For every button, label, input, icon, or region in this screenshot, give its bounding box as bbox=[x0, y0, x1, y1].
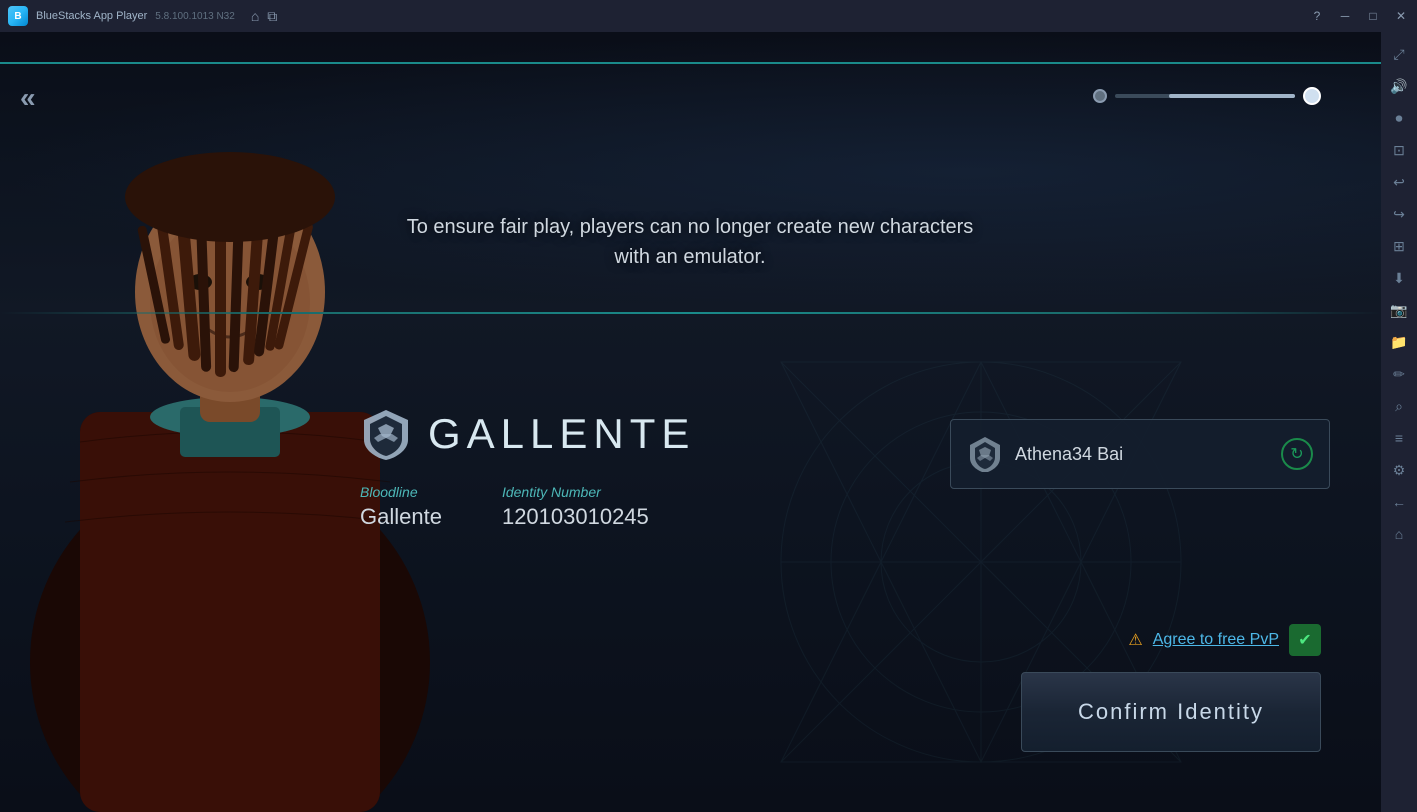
sidebar-icon-folder[interactable]: 📁 bbox=[1385, 328, 1413, 356]
multiinstance-icon[interactable]: ⧉ bbox=[267, 8, 277, 25]
bluestacks-logo: B bbox=[8, 6, 28, 26]
identity-group: Identity Number 120103010245 bbox=[502, 484, 649, 530]
slider-thumb-right[interactable] bbox=[1303, 87, 1321, 105]
app-version: 5.8.100.1013 N32 bbox=[155, 11, 235, 22]
back-button[interactable]: « bbox=[20, 82, 36, 114]
bottom-controls: ⚠ Agree to free PvP ✔ Confirm Identity bbox=[1021, 624, 1321, 752]
sidebar-icon-record[interactable]: ⏺ bbox=[1385, 104, 1413, 132]
slider-thumb-left[interactable] bbox=[1093, 89, 1107, 103]
game-area: « To ensure fair play, players can no lo… bbox=[0, 32, 1381, 812]
titlebar-left: B BlueStacks App Player 5.8.100.1013 N32… bbox=[8, 6, 277, 26]
close-button[interactable]: ✕ bbox=[1393, 8, 1409, 24]
identity-label: Identity Number bbox=[502, 484, 649, 500]
app-title: BlueStacks App Player bbox=[36, 10, 147, 22]
home-icon[interactable]: ⌂ bbox=[251, 8, 259, 24]
character-name-field[interactable]: Athena34 Bai ↻ bbox=[950, 419, 1330, 489]
faction-header: GALLENTE bbox=[360, 408, 920, 460]
top-banner bbox=[0, 62, 1381, 64]
minimize-button[interactable]: ─ bbox=[1337, 8, 1353, 24]
sidebar-icon-home[interactable]: ⌂ bbox=[1385, 520, 1413, 548]
right-sidebar: ⤢ 🔊 ⏺ ⊡ ↩ ↪ ⊞ ⬇ 📷 📁 ✏ ⌕ ≡ ⚙ ← ⌂ bbox=[1381, 32, 1417, 812]
info-panel: GALLENTE Bloodline Gallente Identity Num… bbox=[330, 314, 1330, 624]
warning-text: To ensure fair play, players can no long… bbox=[330, 212, 1050, 272]
info-details: Bloodline Gallente Identity Number 12010… bbox=[360, 484, 920, 530]
sidebar-icon-screenshot[interactable]: ⊡ bbox=[1385, 136, 1413, 164]
sidebar-icon-expand[interactable]: ⤢ bbox=[1385, 40, 1413, 68]
titlebar-nav: ⌂ ⧉ bbox=[251, 8, 277, 25]
warning-box: To ensure fair play, players can no long… bbox=[330, 212, 1050, 272]
sidebar-icon-search[interactable]: ⌕ bbox=[1385, 392, 1413, 420]
confirm-identity-button[interactable]: Confirm Identity bbox=[1021, 672, 1321, 752]
pvp-row: ⚠ Agree to free PvP ✔ bbox=[1128, 624, 1321, 656]
sidebar-icon-back[interactable]: ← bbox=[1385, 488, 1413, 516]
warning-icon: ⚠ bbox=[1128, 630, 1142, 650]
sidebar-icon-redo[interactable]: ↪ bbox=[1385, 200, 1413, 228]
titlebar: B BlueStacks App Player 5.8.100.1013 N32… bbox=[0, 0, 1417, 32]
bloodline-value: Gallente bbox=[360, 504, 442, 530]
char-name-shield-icon bbox=[967, 436, 1003, 472]
help-button[interactable]: ? bbox=[1309, 8, 1325, 24]
slider-track[interactable] bbox=[1115, 94, 1295, 98]
sidebar-icon-apps[interactable]: ⊞ bbox=[1385, 232, 1413, 260]
identity-value: 120103010245 bbox=[502, 504, 649, 530]
bloodline-group: Bloodline Gallente bbox=[360, 484, 442, 530]
maximize-button[interactable]: □ bbox=[1365, 8, 1381, 24]
faction-section: GALLENTE Bloodline Gallente Identity Num… bbox=[330, 388, 950, 550]
faction-name: GALLENTE bbox=[428, 410, 695, 458]
faction-shield-icon bbox=[360, 408, 412, 460]
sidebar-icon-settings[interactable]: ⚙ bbox=[1385, 456, 1413, 484]
sidebar-icon-camera[interactable]: 📷 bbox=[1385, 296, 1413, 324]
sidebar-icon-undo[interactable]: ↩ bbox=[1385, 168, 1413, 196]
refresh-name-button[interactable]: ↻ bbox=[1281, 438, 1313, 470]
sidebar-icon-store[interactable]: ⬇ bbox=[1385, 264, 1413, 292]
sidebar-icon-edit[interactable]: ✏ bbox=[1385, 360, 1413, 388]
sidebar-icon-layers[interactable]: ≡ bbox=[1385, 424, 1413, 452]
slider-fill bbox=[1169, 94, 1295, 98]
pvp-link[interactable]: Agree to free PvP bbox=[1153, 631, 1279, 649]
confirm-button-label: Confirm Identity bbox=[1078, 699, 1264, 725]
bloodline-label: Bloodline bbox=[360, 484, 442, 500]
character-name-text: Athena34 Bai bbox=[1015, 444, 1269, 465]
sidebar-icon-volume[interactable]: 🔊 bbox=[1385, 72, 1413, 100]
top-slider[interactable] bbox=[1093, 87, 1321, 105]
pvp-check-button[interactable]: ✔ bbox=[1289, 624, 1321, 656]
